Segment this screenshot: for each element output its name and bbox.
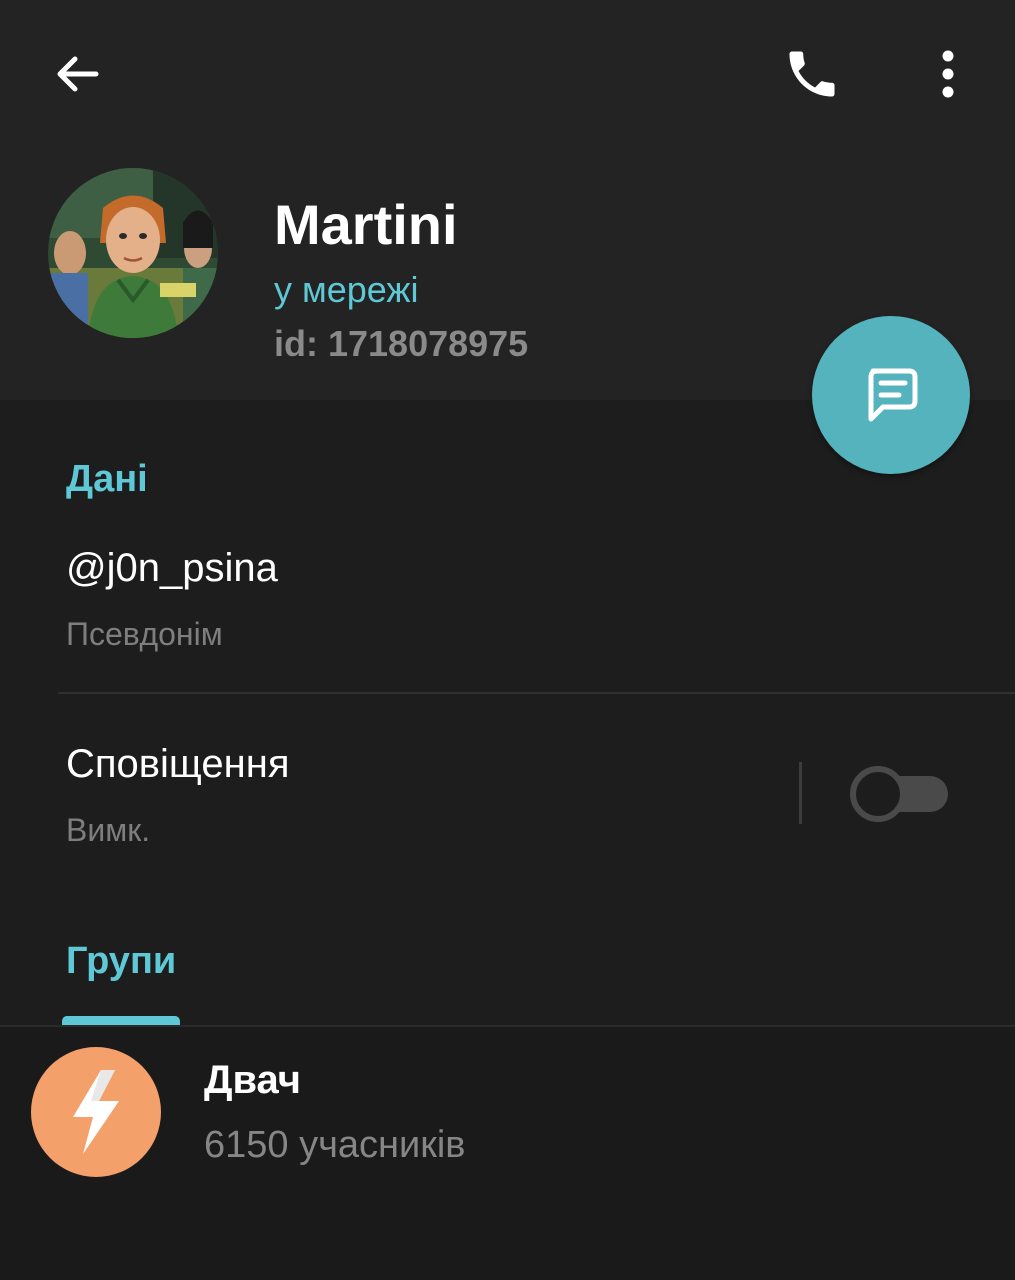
online-status: у мережі <box>274 269 419 310</box>
group-avatar <box>31 1047 161 1177</box>
group-name: Двач <box>204 1058 302 1102</box>
phone-icon <box>789 51 835 97</box>
send-message-button[interactable] <box>812 316 970 474</box>
notifications-toggle[interactable] <box>850 766 948 822</box>
divider <box>58 692 1015 694</box>
call-button[interactable] <box>774 36 850 112</box>
arrow-left-icon <box>57 56 99 92</box>
toggle-knob <box>850 766 906 822</box>
group-list-item[interactable] <box>0 1027 1015 1280</box>
username-caption: Псевдонім <box>66 616 223 652</box>
group-members-count: 6150 учасників <box>204 1124 466 1166</box>
profile-name: Martini <box>274 193 458 256</box>
user-id: id: 1718078975 <box>274 323 529 364</box>
more-vertical-icon <box>942 50 954 98</box>
notifications-label[interactable]: Сповіщення <box>66 740 289 788</box>
lightning-icon <box>73 1070 119 1154</box>
notifications-value: Вимк. <box>66 812 151 848</box>
user-avatar-image <box>48 168 218 338</box>
info-section-title: Дані <box>66 458 148 500</box>
groups-section-title: Групи <box>66 940 177 982</box>
vertical-divider <box>799 762 802 824</box>
more-options-button[interactable] <box>910 36 986 112</box>
message-icon <box>868 368 918 422</box>
profile-avatar[interactable] <box>48 168 218 338</box>
username[interactable]: @j0n_psina <box>66 544 278 592</box>
back-button[interactable] <box>40 36 116 112</box>
